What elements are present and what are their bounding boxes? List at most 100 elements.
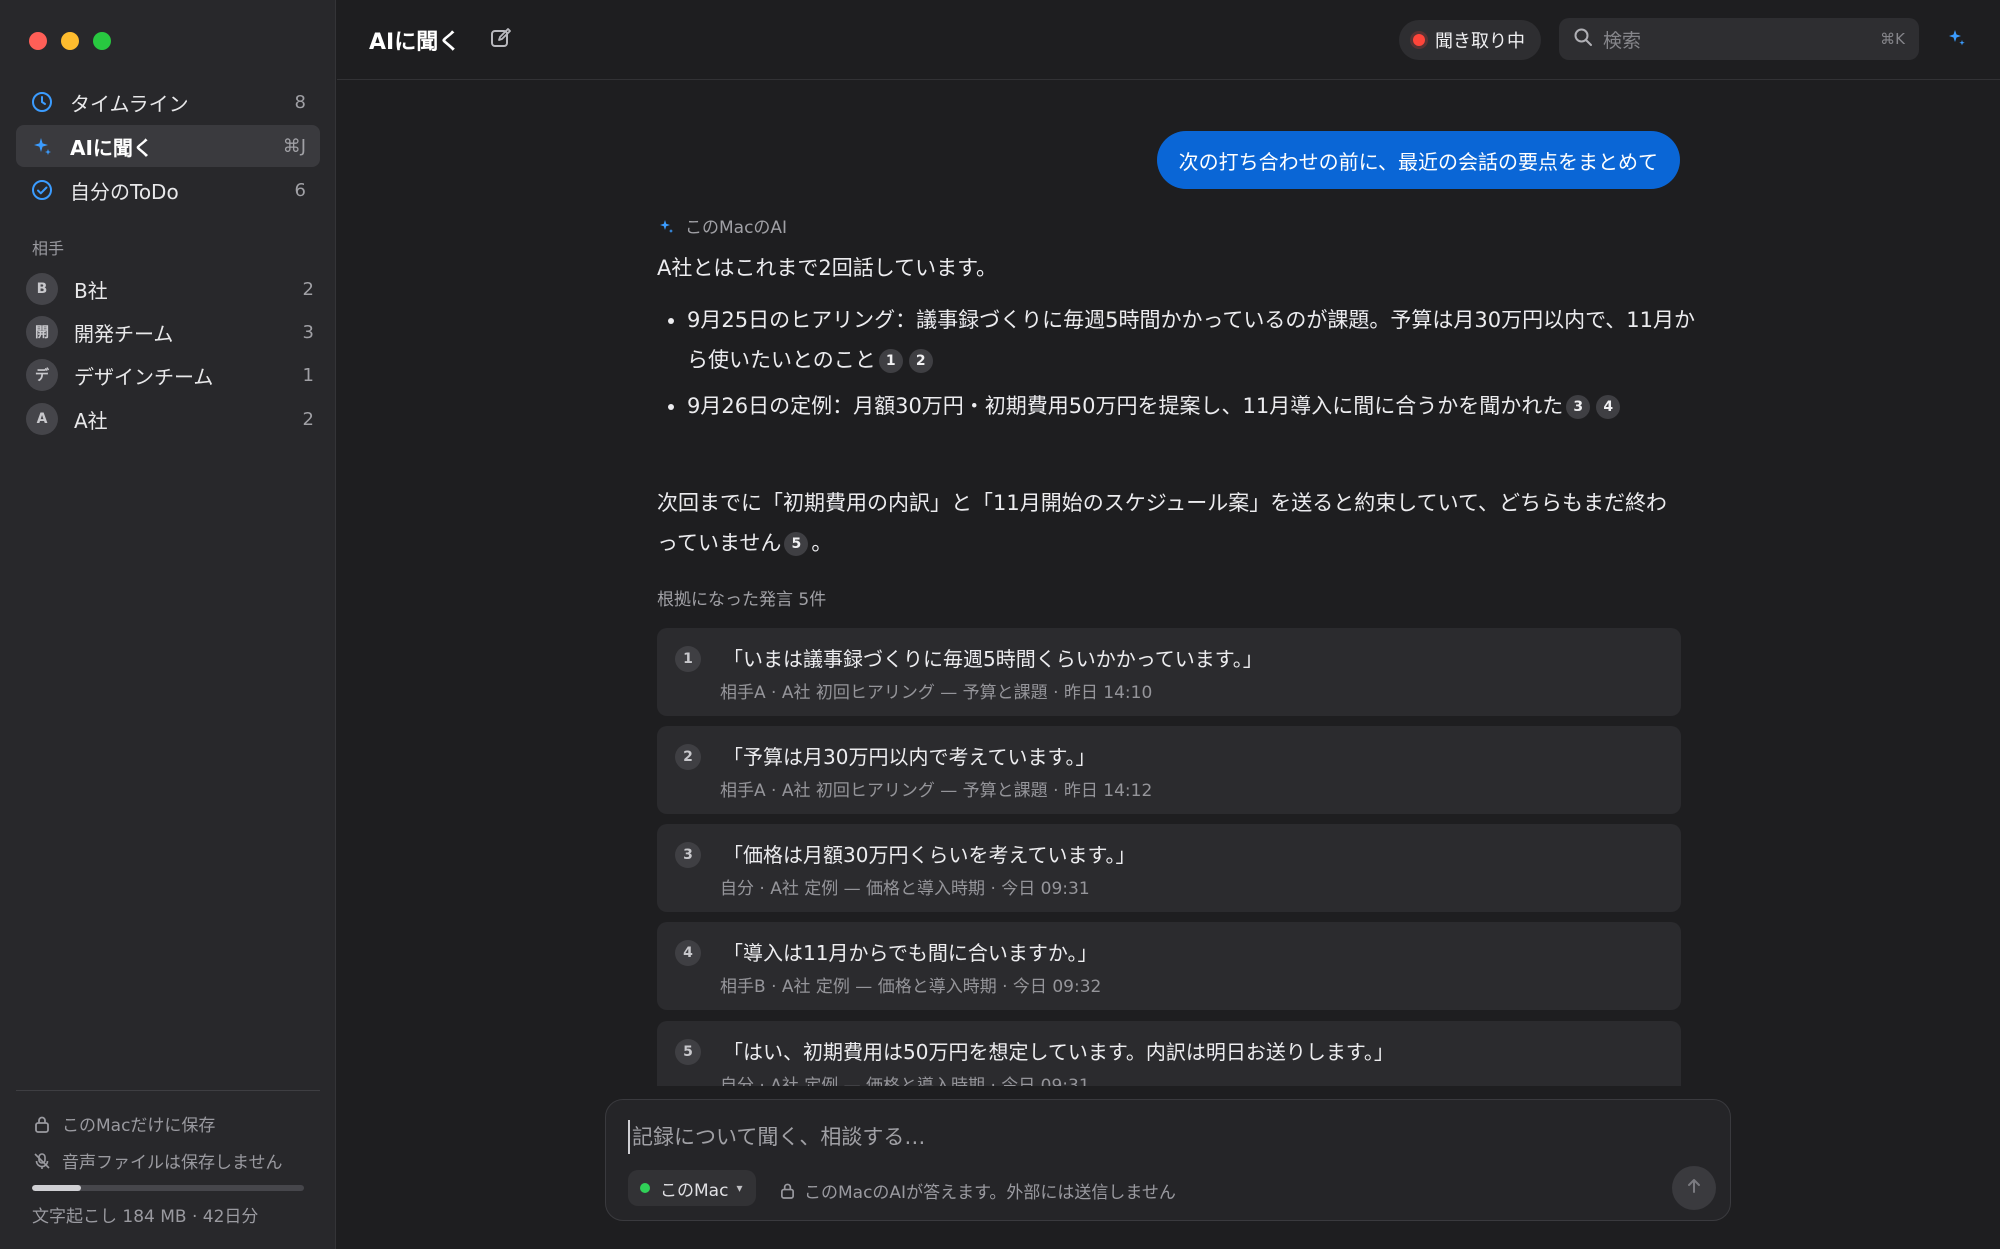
contact-item[interactable]: 開 開発チーム 3 xyxy=(26,313,316,351)
storage-usage-bar xyxy=(32,1185,304,1191)
header: AIに聞く 聞き取り中 検索 ⌘K xyxy=(337,0,2000,80)
avatar: 開 xyxy=(26,316,58,348)
contact-item[interactable]: A A社 2 xyxy=(26,400,316,438)
message-input[interactable] xyxy=(628,1120,1694,1154)
listening-label: 聞き取り中 xyxy=(1435,31,1525,52)
source-meta: 自分 · A社 定例 — 価格と導入時期 · 今日 09:31 xyxy=(720,879,1090,899)
search-field[interactable]: 検索 ⌘K xyxy=(1559,18,1919,60)
contact-count: 2 xyxy=(302,278,314,300)
app-window: タイムライン 8 AIに聞く ⌘J 自分のToDo 6 相手 B B社 2 開 … xyxy=(0,0,2000,1249)
contacts-section-label: 相手 xyxy=(32,239,65,258)
model-label: このMac xyxy=(660,1180,729,1201)
sidebar-item-ask-ai[interactable]: AIに聞く ⌘J xyxy=(16,125,320,167)
user-message-bubble: 次の打ち合わせの前に、最近の会話の要点をまとめて xyxy=(1156,131,1680,189)
ai-sparkle-button[interactable] xyxy=(1943,26,1971,54)
local-storage-text: このMacだけに保存 xyxy=(62,1116,216,1136)
send-button[interactable] xyxy=(1672,1166,1716,1210)
close-window-button[interactable] xyxy=(29,32,47,50)
storage-usage-fill xyxy=(32,1185,81,1191)
source-card[interactable]: 4 「導入は11月からでも間に合いますか。」 相手B · A社 定例 — 価格と… xyxy=(657,922,1681,1010)
mic-off-icon xyxy=(32,1151,52,1171)
citation-badge[interactable]: 2 xyxy=(908,349,933,373)
sidebar-item-count: 8 xyxy=(294,91,306,113)
citation-badge[interactable]: 1 xyxy=(878,349,903,373)
citation-badge[interactable]: 4 xyxy=(1596,395,1621,419)
new-chat-button[interactable] xyxy=(487,26,515,54)
avatar: B xyxy=(26,273,58,305)
sidebar-item-label: AIに聞く xyxy=(70,135,153,160)
search-placeholder: 検索 xyxy=(1603,29,1642,52)
clock-icon xyxy=(30,90,54,114)
sidebar-item-my-todo[interactable]: 自分のToDo 6 xyxy=(16,169,320,211)
sidebar-item-timeline[interactable]: タイムライン 8 xyxy=(16,81,320,123)
sparkle-icon xyxy=(30,134,54,158)
contact-item[interactable]: B B社 2 xyxy=(26,270,316,308)
source-card[interactable]: 2 「予算は月30万円以内で考えています。」 相手A · A社 初回ヒアリング … xyxy=(657,726,1681,814)
contact-count: 1 xyxy=(302,364,314,386)
source-card[interactable]: 3 「価格は月額30万円くらいを考えています。」 自分 · A社 定例 — 価格… xyxy=(657,824,1681,912)
sidebar-item-label: タイムライン xyxy=(70,91,189,116)
source-quote: 「導入は11月からでも間に合いますか。」 xyxy=(723,941,1098,965)
source-number: 3 xyxy=(675,842,701,868)
ai-response-header: このMacのAI xyxy=(657,213,787,238)
listening-status-button[interactable]: 聞き取り中 xyxy=(1399,20,1541,60)
avatar: デ xyxy=(26,359,58,391)
lock-icon xyxy=(778,1182,796,1200)
storage-usage-text: 文字起こし 184 MB · 42日分 xyxy=(32,1207,259,1227)
source-number: 2 xyxy=(675,744,701,770)
citation-badge[interactable]: 3 xyxy=(1566,395,1591,419)
check-circle-icon xyxy=(30,178,54,202)
sources-list: 1 「いまは議事録づくりに毎週5時間くらいかかっています。」 相手A · A社 … xyxy=(657,628,1681,1086)
arrow-up-icon xyxy=(1684,1176,1704,1200)
contact-name: A社 xyxy=(74,408,108,433)
sidebar-divider xyxy=(16,1090,320,1091)
contact-count: 3 xyxy=(302,321,314,343)
window-controls xyxy=(29,32,111,50)
source-quote: 「はい、初期費用は50万円を想定しています。内訳は明日お送りします。」 xyxy=(723,1040,1394,1064)
page-title: AIに聞く xyxy=(369,30,461,55)
search-shortcut: ⌘K xyxy=(1880,30,1905,48)
source-card[interactable]: 1 「いまは議事録づくりに毎週5時間くらいかかっています。」 相手A · A社 … xyxy=(657,628,1681,716)
recording-indicator xyxy=(1413,34,1425,46)
privacy-note: このMacのAIが答えます。外部には送信しません xyxy=(778,1178,1176,1203)
bullet-text: 9月25日のヒアリング：議事録づくりに毎週5時間かかっているのが課題。予算は月3… xyxy=(687,308,1695,372)
source-quote: 「いまは議事録づくりに毎週5時間くらいかかっています。」 xyxy=(723,647,1263,671)
audio-not-saved-note: 音声ファイルは保存しません xyxy=(32,1148,283,1173)
contact-name: デザインチーム xyxy=(74,364,214,389)
source-number: 5 xyxy=(675,1039,701,1065)
model-selector[interactable]: このMac ▾ xyxy=(628,1170,757,1206)
minimize-window-button[interactable] xyxy=(61,32,79,50)
sidebar-item-count: 6 xyxy=(294,179,306,201)
contact-name: 開発チーム xyxy=(74,321,174,346)
source-meta: 相手B · A社 定例 — 価格と導入時期 · 今日 09:32 xyxy=(720,977,1102,997)
ai-intro-text: A社とはこれまで2回話しています。 xyxy=(657,256,997,280)
local-storage-note: このMacだけに保存 xyxy=(32,1111,215,1136)
status-dot xyxy=(640,1183,650,1193)
keyboard-shortcut: ⌘J xyxy=(282,135,306,157)
summary-bullet: 9月25日のヒアリング：議事録づくりに毎週5時間かかっているのが課題。予算は月3… xyxy=(687,300,1707,380)
ai-label: このMacのAI xyxy=(685,218,788,238)
avatar: A xyxy=(26,403,58,435)
source-number: 1 xyxy=(675,646,701,672)
search-icon xyxy=(1573,27,1593,51)
citation-badge[interactable]: 5 xyxy=(784,532,809,556)
audio-not-saved-text: 音声ファイルは保存しません xyxy=(62,1153,283,1173)
source-quote: 「予算は月30万円以内で考えています。」 xyxy=(723,745,1096,769)
sparkle-icon xyxy=(657,216,677,236)
closing-text: 次回までに「初期費用の内訳」と「11月開始のスケジュール案」を送ると約束していて… xyxy=(657,491,1667,555)
ai-closing-text: 次回までに「初期費用の内訳」と「11月開始のスケジュール案」を送ると約束していて… xyxy=(657,483,1679,563)
zoom-window-button[interactable] xyxy=(93,32,111,50)
source-card[interactable]: 5 「はい、初期費用は50万円を想定しています。内訳は明日お送りします。」 自分… xyxy=(657,1021,1681,1086)
source-number: 4 xyxy=(675,940,701,966)
source-meta: 自分 · A社 定例 — 価格と導入時期 · 今日 09:31 xyxy=(720,1076,1090,1086)
contact-item[interactable]: デ デザインチーム 1 xyxy=(26,356,316,394)
sources-label: 根拠になった発言 5件 xyxy=(657,590,827,610)
sparkle-icon xyxy=(1946,27,1968,53)
privacy-text: このMacのAIが答えます。外部には送信しません xyxy=(804,1183,1176,1203)
chevron-down-icon: ▾ xyxy=(736,1181,743,1195)
sidebar: タイムライン 8 AIに聞く ⌘J 自分のToDo 6 相手 B B社 2 開 … xyxy=(0,0,336,1249)
source-meta: 相手A · A社 初回ヒアリング — 予算と課題 · 昨日 14:10 xyxy=(720,683,1153,703)
contact-name: B社 xyxy=(74,278,108,303)
compose-icon xyxy=(489,26,513,54)
summary-bullet: 9月26日の定例：月額30万円・初期費用50万円を提案し、11月導入に間に合うか… xyxy=(687,386,1707,426)
